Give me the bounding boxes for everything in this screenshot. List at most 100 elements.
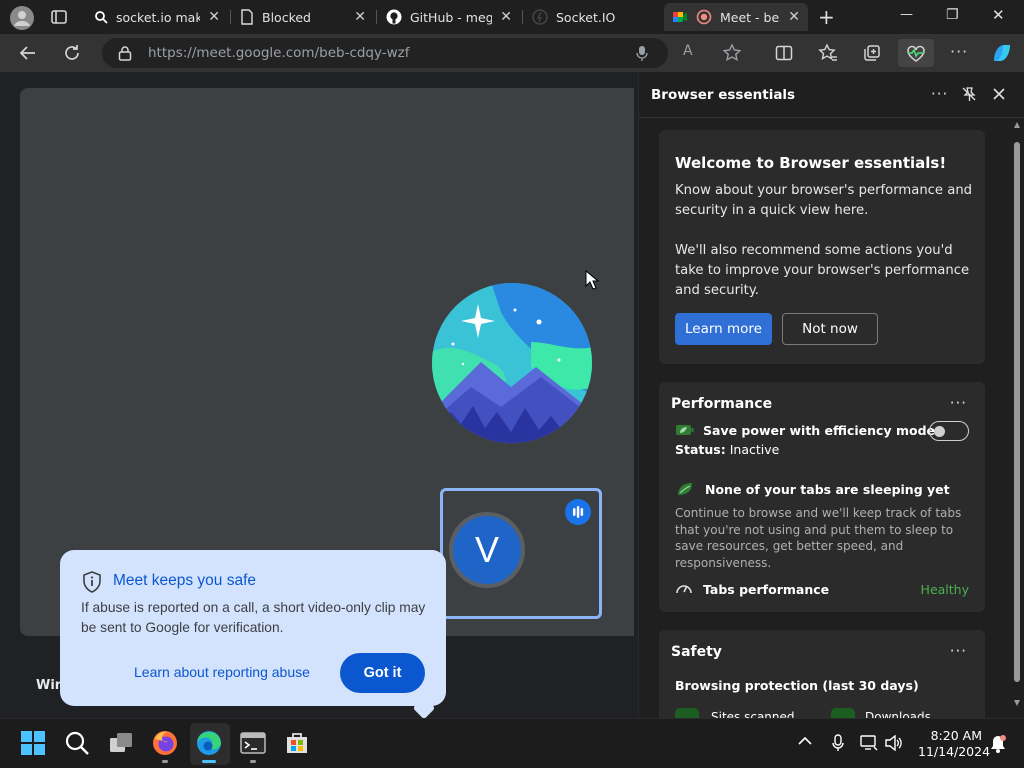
performance-card: Performance ··· Save power with efficien…: [659, 382, 985, 612]
sleeping-tabs-description: Continue to browse and we'll keep track …: [675, 506, 962, 570]
minimize-button[interactable]: —: [900, 7, 913, 22]
edge-icon[interactable]: [196, 730, 224, 758]
running-indicator: [162, 760, 168, 763]
copilot-icon[interactable]: [988, 39, 1016, 67]
search-icon[interactable]: [64, 730, 92, 758]
more-options-icon[interactable]: ···: [931, 85, 948, 103]
page-icon: [240, 9, 254, 25]
not-now-button[interactable]: Not now: [782, 313, 878, 345]
welcome-title: Welcome to Browser essentials!: [675, 154, 947, 172]
clock-date: 11/14/2024: [918, 744, 991, 759]
tab-github[interactable]: GitHub - megal ✕: [378, 3, 520, 31]
terminal-icon[interactable]: [240, 730, 268, 758]
tab-separator: [522, 10, 523, 24]
restore-button[interactable]: ❐: [946, 7, 959, 23]
address-bar[interactable]: https://meet.google.com/beb-cdqy-wzf: [102, 38, 668, 68]
popup-title: Meet keeps you safe: [113, 572, 257, 589]
refresh-icon[interactable]: [62, 43, 82, 63]
tab-blocked[interactable]: Blocked ✕: [232, 3, 374, 31]
close-tab-icon[interactable]: ✕: [354, 9, 366, 25]
firefox-icon[interactable]: [152, 730, 180, 758]
task-view-icon[interactable]: [108, 730, 136, 758]
close-window-button[interactable]: ✕: [992, 6, 1005, 24]
close-tab-icon[interactable]: ✕: [208, 9, 220, 25]
got-it-button[interactable]: Got it: [340, 653, 425, 693]
clock-time: 8:20 AM: [930, 728, 982, 743]
search-icon: [94, 10, 108, 24]
sleeping-tabs-title: None of your tabs are sleeping yet: [705, 482, 950, 497]
active-indicator: [202, 760, 216, 763]
system-clock[interactable]: 8:20 AM 11/14/2024: [918, 728, 991, 760]
meet-call-area: V Win Meet keeps you safe If abuse is re…: [0, 72, 634, 720]
participant-avatar: V: [449, 512, 525, 588]
favorite-star-icon[interactable]: [722, 43, 742, 63]
sites-scanned-label: Sites scanned: [711, 710, 795, 718]
unpin-icon[interactable]: [961, 86, 977, 102]
close-tab-icon[interactable]: ✕: [500, 9, 512, 25]
learn-reporting-abuse-link[interactable]: Learn about reporting abuse: [134, 664, 310, 680]
browser-essentials-pane: Browser essentials ··· Welcome to Browse…: [638, 72, 1024, 718]
github-icon: [386, 9, 402, 25]
notifications-bell-icon[interactable]: [990, 735, 1006, 753]
downloads-scanned-label: Downloads scanned: [865, 710, 931, 718]
self-video-tile[interactable]: V: [440, 488, 602, 619]
running-indicator: [250, 760, 256, 763]
tab-title: Socket.IO: [556, 9, 616, 25]
shield-info-icon: [82, 571, 102, 593]
profile-avatar[interactable]: [10, 6, 34, 30]
tab-title: Meet - bel: [720, 9, 780, 25]
windows-start-icon[interactable]: [20, 730, 48, 758]
battery-leaf-icon: [675, 424, 695, 436]
microphone-icon[interactable]: [636, 45, 648, 61]
pane-header: Browser essentials ···: [639, 72, 1024, 118]
show-hidden-icons-chevron-icon[interactable]: [798, 736, 812, 746]
new-tab-button[interactable]: +: [818, 5, 835, 29]
safety-title: Safety: [671, 644, 722, 660]
store-icon[interactable]: [284, 730, 312, 758]
collections-icon[interactable]: [862, 43, 882, 63]
audio-level-icon: [565, 499, 591, 525]
browsing-protection-label: Browsing protection (last 30 days): [675, 678, 919, 693]
recording-icon: [696, 9, 712, 25]
efficiency-mode-toggle[interactable]: [929, 421, 969, 441]
status-value: Inactive: [729, 442, 780, 457]
popup-body: If abuse is reported on a call, a short …: [81, 600, 426, 635]
efficiency-mode-label: Save power with efficiency mode: [703, 423, 935, 438]
learn-more-button[interactable]: Learn more: [675, 313, 772, 345]
browser-essentials-button[interactable]: [898, 39, 934, 67]
scroll-up-arrow-icon[interactable]: [1014, 122, 1020, 128]
split-screen-icon[interactable]: [774, 43, 794, 63]
welcome-text-intro: Know about your browser's performance an…: [675, 183, 973, 218]
leaf-icon: [677, 482, 693, 496]
network-icon[interactable]: [860, 735, 878, 751]
tab-title: GitHub - megal: [410, 9, 493, 25]
tabs-performance-status: Healthy: [920, 582, 969, 597]
close-tab-icon[interactable]: ✕: [788, 9, 800, 25]
safety-more-icon[interactable]: ···: [950, 642, 967, 660]
tab-title: Blocked: [262, 9, 311, 25]
tab-socketio-search[interactable]: socket.io makes ✕: [86, 3, 228, 31]
tab-actions-icon[interactable]: [50, 8, 68, 26]
volume-icon[interactable]: [885, 735, 903, 751]
performance-title: Performance: [671, 396, 773, 412]
tab-meet[interactable]: Meet - bel ✕: [664, 3, 808, 31]
status-label: Status:: [675, 442, 726, 457]
speedometer-icon: [675, 580, 693, 596]
scroll-down-arrow-icon[interactable]: [1014, 700, 1020, 706]
pane-scrollbar[interactable]: [1014, 122, 1020, 712]
sites-scanned-icon: [675, 708, 699, 718]
back-icon[interactable]: [18, 43, 38, 63]
windows-taskbar: 8:20 AM 11/14/2024: [0, 718, 1024, 768]
popup-tail: [412, 696, 436, 720]
socketio-icon: [532, 9, 548, 25]
close-pane-icon[interactable]: [991, 86, 1007, 102]
tab-socketio[interactable]: Socket.IO: [524, 3, 660, 31]
performance-more-icon[interactable]: ···: [950, 394, 967, 412]
scroll-thumb[interactable]: [1014, 142, 1020, 682]
read-aloud-icon[interactable]: A: [683, 43, 693, 59]
mouse-cursor-icon: [585, 270, 599, 290]
lock-icon[interactable]: [118, 45, 132, 61]
favorites-icon[interactable]: [818, 43, 838, 63]
microphone-tray-icon[interactable]: [832, 734, 844, 752]
settings-more-icon[interactable]: ···: [950, 42, 968, 61]
